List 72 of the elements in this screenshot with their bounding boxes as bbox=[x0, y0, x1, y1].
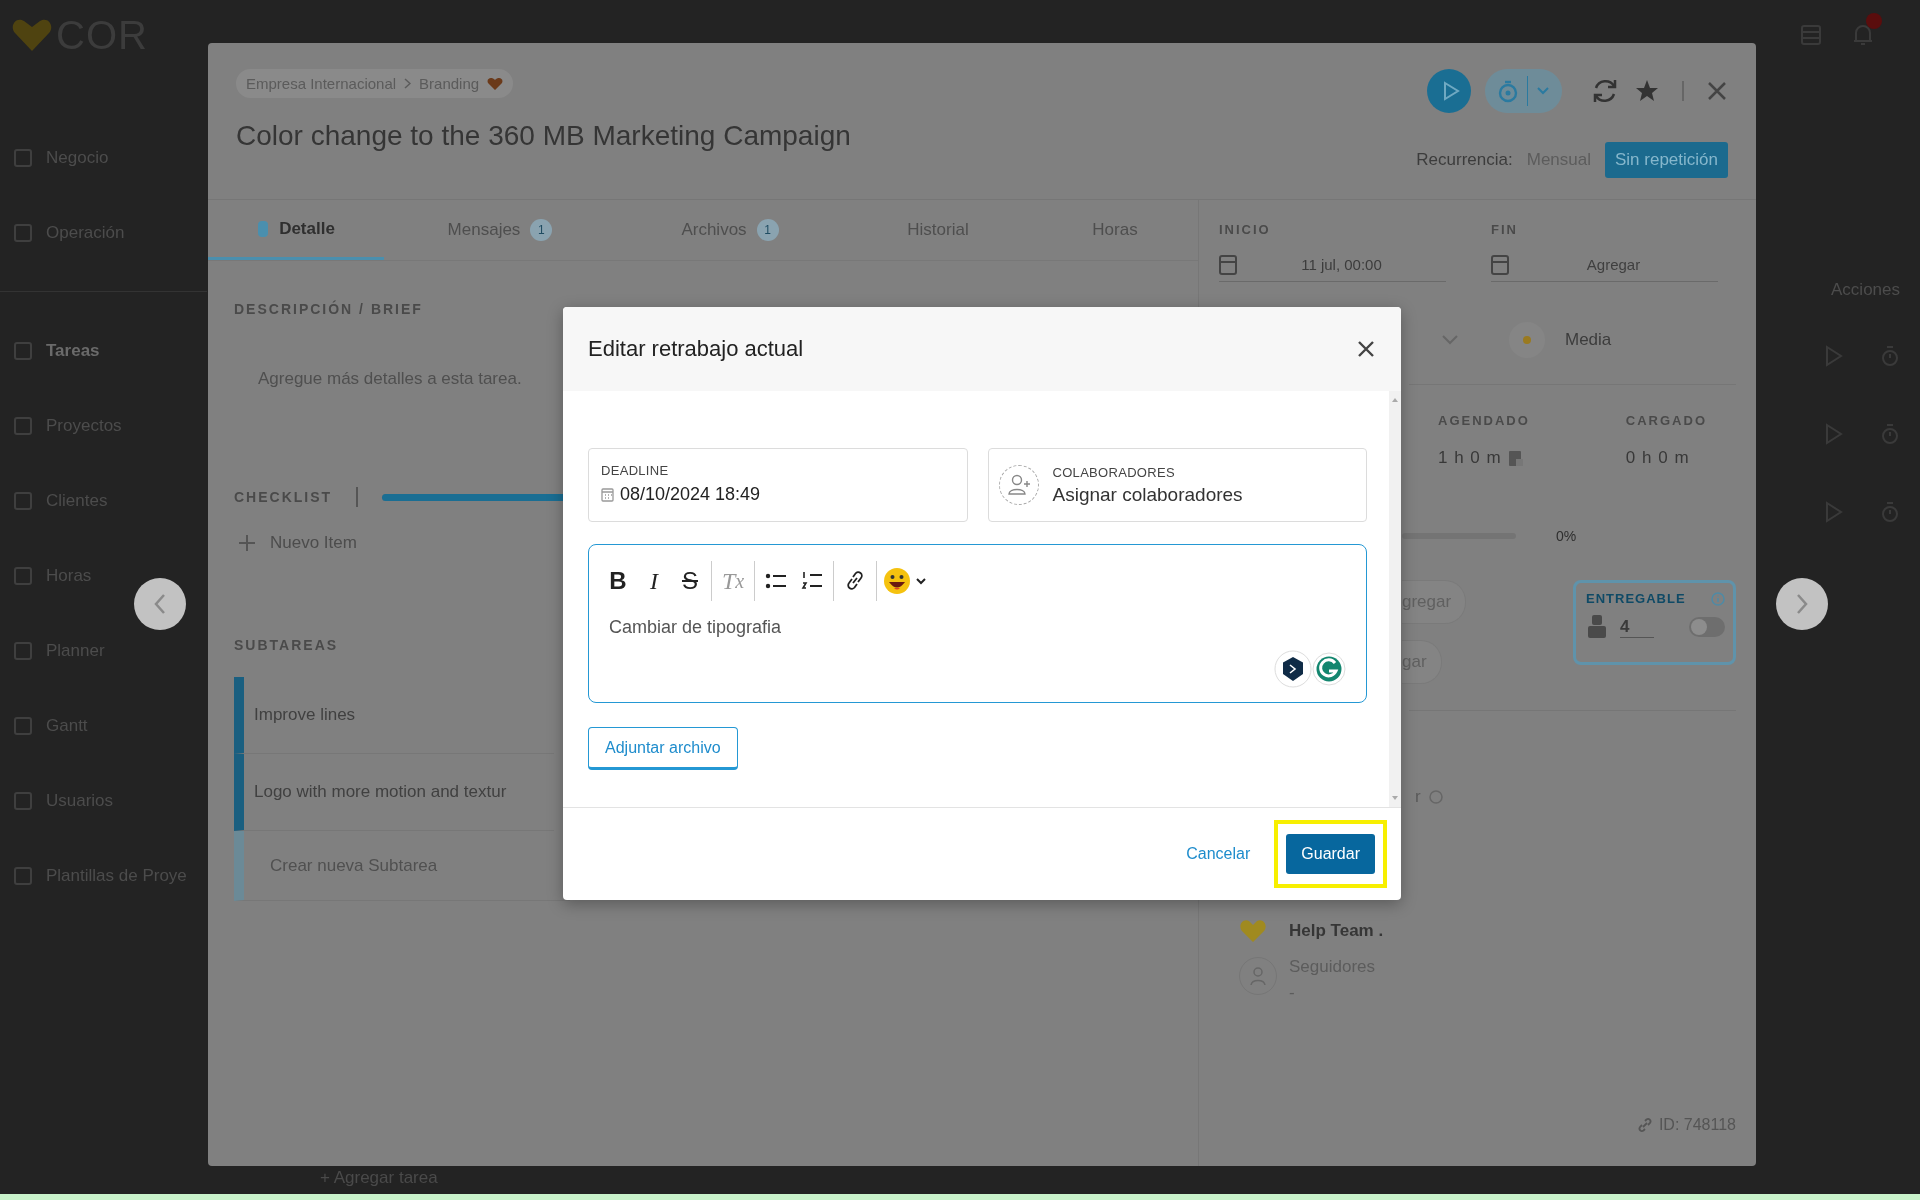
link-icon bbox=[845, 570, 865, 592]
recurrence-label: Recurrencia: bbox=[1416, 150, 1513, 170]
timer-icon bbox=[1497, 78, 1519, 104]
play-icon[interactable] bbox=[1824, 344, 1844, 368]
cancel-button[interactable]: Cancelar bbox=[1180, 844, 1257, 864]
star-icon[interactable] bbox=[1634, 78, 1660, 104]
loaded-hours: 0 h 0 m bbox=[1625, 448, 1691, 468]
tab[interactable]: Detalle bbox=[208, 200, 384, 260]
deadline-field[interactable]: DEADLINE 08/10/2024 18:49 bbox=[588, 448, 968, 522]
priority-icon bbox=[1509, 322, 1545, 358]
calendar-icon bbox=[601, 487, 614, 502]
subtask-row[interactable]: Logo with more motion and textur bbox=[234, 754, 554, 831]
chevron-right-icon bbox=[404, 78, 412, 89]
heart-icon bbox=[1239, 919, 1267, 943]
scrollbar[interactable] bbox=[1389, 391, 1401, 807]
team-name: Help Team . bbox=[1289, 921, 1384, 941]
play-icon[interactable] bbox=[1824, 422, 1844, 446]
priority-value[interactable]: Media bbox=[1565, 330, 1612, 350]
start-date-field[interactable]: 11 jul, 00:00 bbox=[1219, 247, 1446, 282]
stamp-icon bbox=[1586, 614, 1608, 640]
tab-icon bbox=[257, 219, 270, 238]
end-date-field[interactable]: Agregar bbox=[1491, 247, 1718, 282]
bold-button[interactable]: B bbox=[603, 563, 633, 599]
info-icon[interactable] bbox=[1428, 790, 1443, 804]
chevron-down-icon bbox=[1536, 86, 1550, 96]
timer-icon[interactable] bbox=[1880, 422, 1900, 446]
scroll-down-icon[interactable] bbox=[1391, 795, 1399, 801]
heart-icon bbox=[487, 76, 504, 91]
editor-text: Cambiar de tipografia bbox=[608, 617, 782, 638]
repeat-button[interactable]: Sin repetición bbox=[1605, 142, 1728, 178]
logo-icon bbox=[12, 18, 52, 52]
collaborators-field[interactable]: COLABORADORES Asignar colaboradores bbox=[987, 448, 1367, 522]
followers-value: - bbox=[1289, 983, 1296, 1003]
deliverable-label: ENTREGABLE bbox=[1586, 591, 1686, 606]
timer-button[interactable] bbox=[1485, 69, 1562, 113]
calendar-icon bbox=[1491, 253, 1509, 275]
play-icon bbox=[1442, 81, 1460, 101]
clipboard-icon[interactable] bbox=[1507, 449, 1524, 467]
strikethrough-button[interactable]: S bbox=[675, 563, 705, 599]
scroll-up-icon[interactable] bbox=[1391, 397, 1399, 403]
calendar-icon bbox=[1219, 253, 1237, 275]
dialog-title: Editar retrabajo actual bbox=[588, 336, 804, 362]
play-icon[interactable] bbox=[1824, 500, 1844, 524]
previous-button[interactable] bbox=[134, 578, 186, 630]
bell-icon[interactable] bbox=[1852, 23, 1874, 47]
info-icon[interactable] bbox=[1711, 591, 1725, 606]
progress-reading: 0% bbox=[1556, 528, 1577, 544]
chevron-right-icon bbox=[1795, 592, 1809, 616]
deliverable-toggle[interactable] bbox=[1689, 617, 1725, 637]
deliverable-count[interactable]: 4 bbox=[1620, 616, 1654, 638]
numbered-list-icon bbox=[801, 571, 823, 591]
next-button[interactable] bbox=[1776, 578, 1828, 630]
plus-icon bbox=[238, 534, 256, 552]
italic-button[interactable]: I bbox=[639, 563, 669, 599]
attach-file-button[interactable]: Adjuntar archivo bbox=[588, 727, 738, 770]
subtask-row[interactable]: Improve lines bbox=[234, 677, 554, 754]
emoji-icon bbox=[883, 566, 929, 596]
chevron-left-icon bbox=[153, 592, 167, 616]
timer-icon[interactable] bbox=[1880, 344, 1900, 368]
bullet-list-icon bbox=[765, 572, 787, 590]
scheduled-hours: 1 h 0 m bbox=[1438, 448, 1502, 468]
link-icon[interactable] bbox=[1636, 1117, 1653, 1133]
grammar-assistant-icon[interactable] bbox=[1312, 652, 1346, 686]
sidebar-item[interactable]: Tareas bbox=[0, 313, 207, 388]
chevron-down-icon[interactable] bbox=[1441, 334, 1459, 346]
task-title: Color change to the 360 MB Marketing Campaign bbox=[236, 120, 851, 152]
play-button[interactable] bbox=[1427, 69, 1471, 113]
close-icon bbox=[1357, 340, 1375, 358]
close-icon[interactable] bbox=[1706, 80, 1728, 102]
timer-icon[interactable] bbox=[1880, 500, 1900, 524]
notification-badge bbox=[1866, 13, 1882, 29]
save-button[interactable]: Guardar bbox=[1286, 834, 1375, 874]
